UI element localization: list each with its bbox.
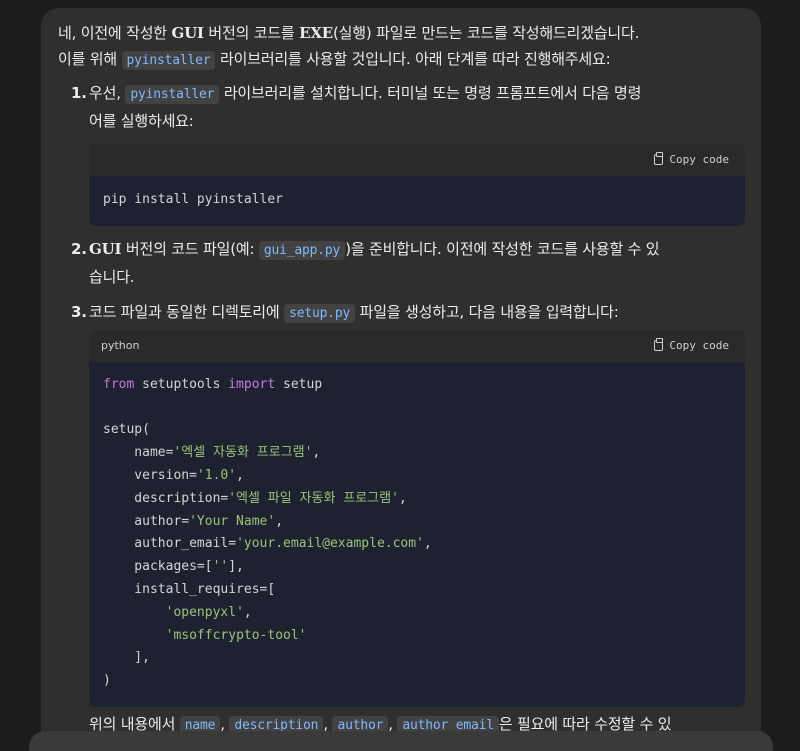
code-text: description= (103, 490, 229, 506)
message-input-bar[interactable] (29, 731, 773, 751)
step-text: 라이브러리를 설치합니다. 터미널 또는 명령 프롬프트에서 다음 명령 (219, 84, 642, 102)
step-text: )을 준비합니다. 이전에 작성한 코드를 사용할 수 있 (345, 239, 660, 258)
intro-gui: GUI (171, 24, 204, 42)
code-keyword: import (228, 376, 276, 392)
chat-page: 네, 이전에 작성한 GUI 버전의 코드를 EXE(실행) 파일로 만드는 코… (0, 0, 800, 751)
step-number: 1. (71, 84, 87, 102)
code-keyword: from (103, 376, 135, 392)
intro-exe: EXE (299, 24, 334, 42)
code-string: '엑셀 파일 자동화 프로그램' (228, 490, 399, 506)
inline-code: setup.py (284, 303, 356, 323)
code-text: packages=[ (103, 559, 213, 575)
step-number: 3. (71, 302, 87, 321)
step-text: 우선, (89, 84, 126, 102)
code-text: ], (228, 559, 244, 575)
intro-text: 이를 위해 (58, 50, 122, 68)
code-text: setuptools (134, 376, 229, 392)
code-text: author_email= (103, 536, 237, 552)
code-language: python (101, 338, 140, 352)
code-string: 'msoffcrypto-tool' (165, 627, 307, 643)
code-text: author= (103, 513, 190, 529)
copy-code-button[interactable]: Copy code (654, 152, 729, 166)
code-string: '엑셀 자동화 프로그램' (173, 445, 313, 461)
code-text: setup( (103, 422, 150, 438)
copy-code-label: Copy code (669, 153, 729, 166)
code-text: name= (103, 445, 174, 461)
code-block-header: Copy code (89, 144, 745, 176)
code-string: 'openpyxl' (165, 604, 244, 620)
step-3: 3. 코드 파일과 동일한 디렉토리에 setup.py 파일을 생성하고, 다… (58, 299, 745, 327)
inline-code: pyinstaller (125, 85, 220, 104)
step-text: 파일을 생성하고, 다음 내용을 입력합니다: (355, 302, 619, 321)
step-2: 2. GUI 버전의 코드 파일(예: gui_app.py)을 준비합니다. … (58, 236, 745, 290)
step-text: 어를 실행하세요: (89, 112, 194, 130)
step-text: 코드 파일과 동일한 디렉토리에 (89, 302, 285, 321)
step-number: 2. (71, 239, 87, 258)
code-line: pip install pyinstaller (103, 192, 284, 207)
inline-code: pyinstaller (121, 51, 216, 70)
intro-text: (실행) 파일로 만드는 코드를 작성해드리겠습니다. (333, 24, 640, 42)
code-block-install: Copy code pip install pyinstaller (89, 144, 745, 226)
code-text: ], (103, 650, 150, 666)
code-block-setup: python Copy code from setuptools import … (89, 329, 745, 707)
intro-paragraph: 네, 이전에 작성한 GUI 버전의 코드를 EXE(실행) 파일로 만드는 코… (58, 20, 745, 74)
step-text: 버전의 코드 파일(예: (121, 239, 259, 258)
code-text: ) (103, 673, 111, 689)
code-string: 'Your Name' (189, 513, 276, 529)
code-text: setup (275, 376, 323, 392)
clipboard-icon (654, 152, 664, 165)
copy-code-label: Copy code (669, 338, 729, 352)
copy-code-button[interactable]: Copy code (654, 337, 729, 352)
intro-text: 네, 이전에 작성한 (58, 24, 172, 42)
code-content: pip install pyinstaller (89, 176, 745, 226)
assistant-message: 네, 이전에 작성한 GUI 버전의 코드를 EXE(실행) 파일로 만드는 코… (41, 8, 761, 751)
steps-list: 2. GUI 버전의 코드 파일(예: gui_app.py)을 준비합니다. … (58, 236, 745, 327)
step-text: 습니다. (89, 267, 135, 286)
code-string: '1.0' (196, 467, 237, 483)
steps-list: 1. 우선, pyinstaller 라이브러리를 설치합니다. 터미널 또는 … (58, 80, 745, 134)
code-content: from setuptools import setup setup( name… (103, 376, 432, 689)
code-text: version= (103, 467, 197, 483)
step-gui: GUI (89, 239, 122, 258)
code-block-header: python Copy code (89, 329, 745, 362)
clipboard-icon (654, 337, 664, 351)
code-string: '' (212, 559, 229, 575)
intro-text: 버전의 코드를 (203, 24, 300, 42)
code-string: 'your.email@example.com' (236, 536, 424, 552)
intro-text: 라이브러리를 사용할 것입니다. 아래 단계를 따라 진행해주세요: (215, 50, 611, 68)
step-1: 1. 우선, pyinstaller 라이브러리를 설치합니다. 터미널 또는 … (58, 80, 745, 134)
inline-code: gui_app.py (258, 240, 346, 260)
code-text: install_requires=[ (103, 581, 276, 597)
